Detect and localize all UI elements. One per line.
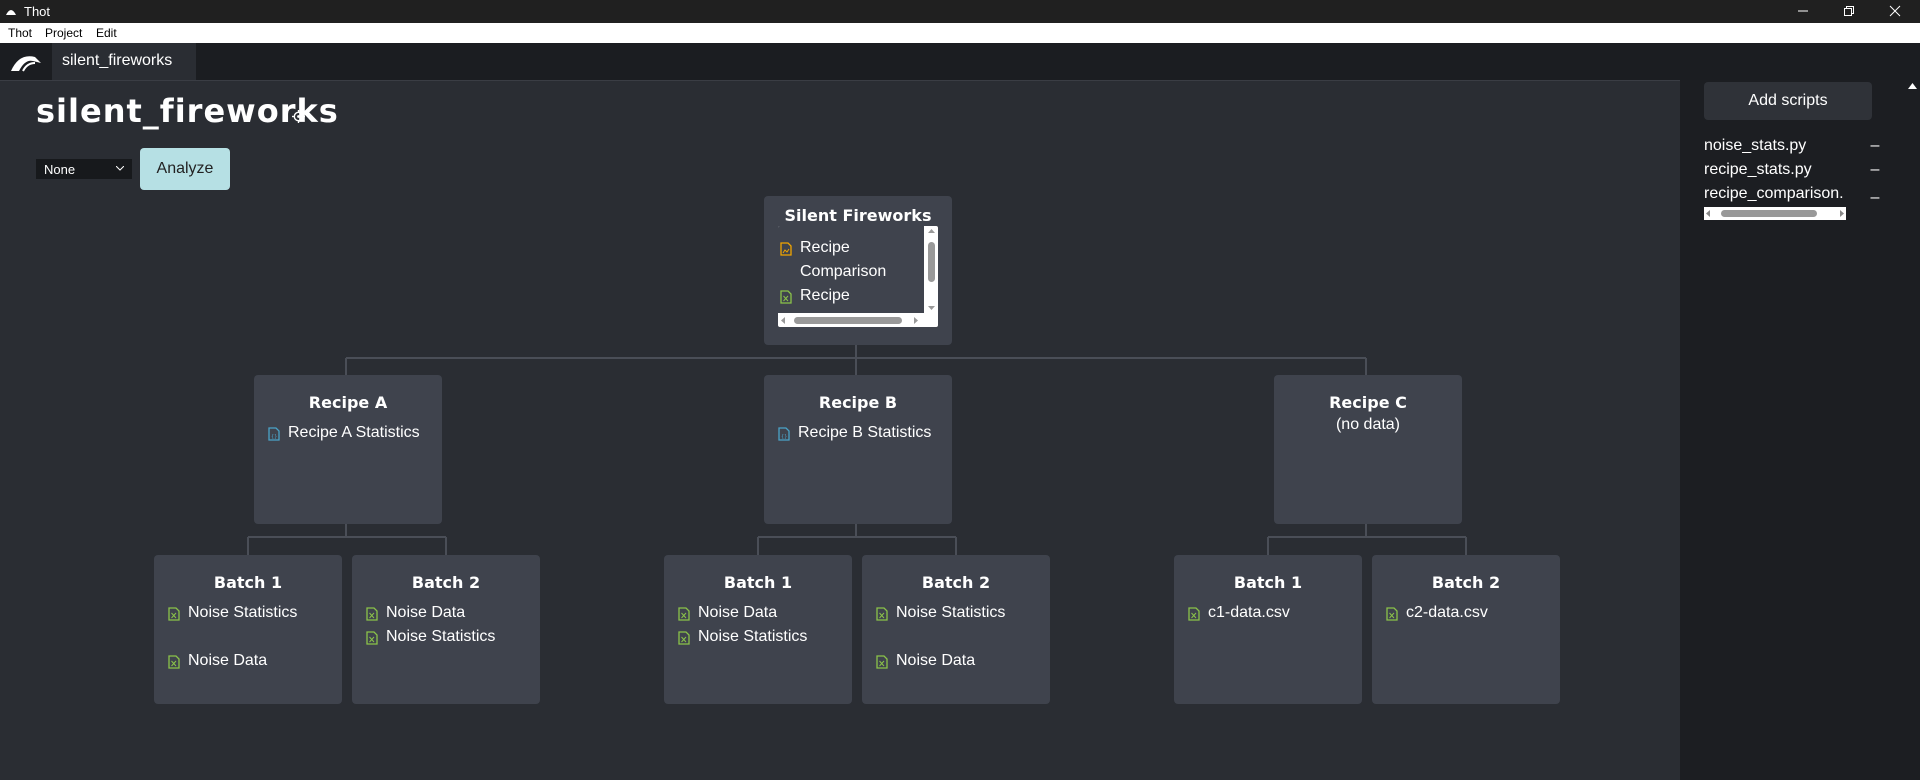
asset-item[interactable]: Noise Statistics xyxy=(876,601,1046,625)
asset-item[interactable]: Noise Statistics xyxy=(168,601,338,625)
container-title: Batch 1 xyxy=(723,573,793,592)
csv-file-icon xyxy=(1386,607,1398,621)
csv-file-icon xyxy=(168,655,180,669)
container-node-recipe-a[interactable]: Recipe A {} Recipe A Statistics xyxy=(254,375,442,524)
minimize-button[interactable] xyxy=(1780,0,1826,23)
container-node-batch[interactable]: Batch 1 c1-data.csv xyxy=(1174,555,1362,704)
asset-item[interactable]: Noise Data xyxy=(678,601,848,625)
scripts-panel: Add scripts noise_stats.py – recipe_stat… xyxy=(1680,80,1920,780)
page-vertical-scrollbar[interactable] xyxy=(1905,80,1920,780)
container-title: Batch 2 xyxy=(1431,573,1501,592)
container-node-recipe-c[interactable]: Recipe C (no data) xyxy=(1274,375,1462,524)
asset-item[interactable]: Noise Statistics xyxy=(366,625,536,649)
container-subtitle: (no data) xyxy=(1335,416,1401,433)
container-node-root[interactable]: Silent Fireworks Recipe Comparison Recip… xyxy=(764,196,952,345)
asset-list-scroll[interactable]: Recipe Comparison Recipe xyxy=(778,226,938,327)
scripts-horizontal-scrollbar[interactable] xyxy=(1704,207,1846,220)
container-title: Recipe B xyxy=(818,393,898,412)
csv-file-icon xyxy=(780,290,792,304)
json-file-icon: {} xyxy=(268,427,280,441)
container-node-batch[interactable]: Batch 1 Noise Data Noise Statistics xyxy=(664,555,852,704)
csv-file-icon xyxy=(168,607,180,621)
close-button[interactable] xyxy=(1872,0,1918,23)
asset-item[interactable]: {} Recipe B Statistics xyxy=(778,421,948,445)
svg-text:{}: {} xyxy=(781,434,787,440)
asset-item[interactable]: Recipe Comparison xyxy=(780,236,924,284)
horizontal-scrollbar[interactable] xyxy=(778,314,938,327)
csv-file-icon xyxy=(678,607,690,621)
close-icon xyxy=(1889,5,1901,17)
remove-script-button[interactable]: – xyxy=(1869,161,1881,179)
csv-file-icon xyxy=(678,631,690,645)
minimize-icon xyxy=(1798,10,1808,12)
script-name: recipe_comparison.py xyxy=(1704,185,1844,202)
asset-item[interactable]: Noise Data xyxy=(168,649,338,673)
container-title: Recipe C xyxy=(1329,393,1407,412)
container-title: Batch 2 xyxy=(921,573,991,592)
svg-text:{}: {} xyxy=(271,434,277,440)
container-node-recipe-b[interactable]: Recipe B {} Recipe B Statistics xyxy=(764,375,952,524)
asset-list: Recipe Comparison Recipe xyxy=(778,226,924,313)
asset-item[interactable]: c1-data.csv xyxy=(1188,601,1358,625)
asset-item[interactable]: Noise Statistics xyxy=(678,625,848,649)
asset-item[interactable]: Noise Data xyxy=(366,601,536,625)
script-item[interactable]: noise_stats.py – xyxy=(1704,137,1879,159)
script-item[interactable]: recipe_stats.py – xyxy=(1704,161,1879,183)
script-name: noise_stats.py xyxy=(1704,137,1807,154)
script-name: recipe_stats.py xyxy=(1704,161,1812,178)
container-node-batch[interactable]: Batch 2 c2-data.csv xyxy=(1372,555,1560,704)
add-scripts-button[interactable]: Add scripts xyxy=(1704,82,1872,120)
restore-button[interactable] xyxy=(1826,0,1872,23)
csv-file-icon xyxy=(1188,607,1200,621)
container-node-batch[interactable]: Batch 2 Noise Data Noise Statistics xyxy=(352,555,540,704)
asset-item[interactable]: c2-data.csv xyxy=(1386,601,1556,625)
image-file-icon xyxy=(780,242,792,256)
remove-script-button[interactable]: – xyxy=(1869,137,1881,155)
restore-icon xyxy=(1844,6,1854,16)
container-title: Recipe A xyxy=(308,393,388,412)
container-title: Batch 1 xyxy=(1233,573,1303,592)
csv-file-icon xyxy=(876,655,888,669)
container-title: Batch 1 xyxy=(213,573,283,592)
csv-file-icon xyxy=(876,607,888,621)
container-title: Silent Fireworks xyxy=(784,206,932,225)
csv-file-icon xyxy=(366,607,378,621)
container-title: Batch 2 xyxy=(411,573,481,592)
asset-item[interactable]: {} Recipe A Statistics xyxy=(268,421,438,445)
asset-item[interactable]: Recipe xyxy=(780,284,924,308)
container-node-batch[interactable]: Batch 2 Noise Statistics Noise Data xyxy=(862,555,1050,704)
container-node-batch[interactable]: Batch 1 Noise Statistics Noise Data xyxy=(154,555,342,704)
asset-item[interactable]: Noise Data xyxy=(876,649,1046,673)
json-file-icon: {} xyxy=(778,427,790,441)
remove-script-button[interactable]: – xyxy=(1869,189,1881,207)
vertical-scrollbar[interactable] xyxy=(925,226,938,313)
csv-file-icon xyxy=(366,631,378,645)
script-item[interactable]: recipe_comparison.py – xyxy=(1704,185,1879,207)
